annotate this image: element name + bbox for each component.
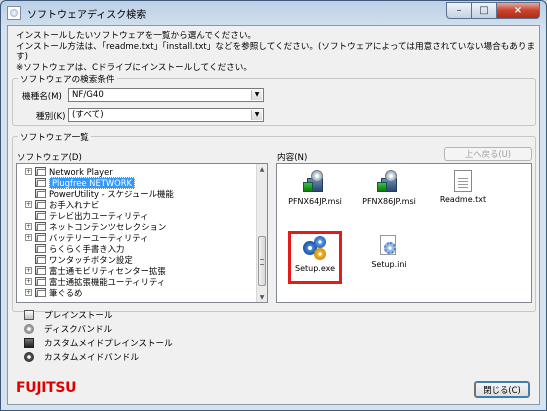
file-name: Setup.ini <box>371 260 407 269</box>
caption-buttons: – □ × <box>446 2 540 19</box>
software-folder-icon <box>35 178 46 187</box>
tree-item[interactable]: らくらく手書き入力 <box>17 243 124 254</box>
software-folder-icon <box>35 211 46 220</box>
legend-label: カスタムメイドプレインストール <box>44 339 173 349</box>
go-up-button[interactable]: 上へ戻る(U) <box>444 147 532 161</box>
scroll-down-arrow-icon[interactable]: ▼ <box>257 292 267 302</box>
expander-placeholder <box>25 212 32 219</box>
main-window: ソフトウェアディスク検索 – □ × インストールしたいソフトウェアを一覧から選… <box>0 0 547 411</box>
expander-placeholder <box>25 245 32 252</box>
tree-item-selected[interactable]: Plugfree NETWORK <box>17 176 136 189</box>
chevron-down-icon[interactable]: ▼ <box>251 110 262 120</box>
contents-label: 内容(N) <box>277 153 308 163</box>
chevron-down-icon[interactable]: ▼ <box>251 90 262 100</box>
expand-plus-icon[interactable]: + <box>25 168 32 175</box>
instruction-line: ※ソフトウェアは、Cドライブにインストールしてください。 <box>16 62 252 73</box>
file-name: PFNX64JP.msi <box>288 197 342 206</box>
expand-plus-icon[interactable]: + <box>25 267 32 274</box>
legend-item: ディスクバンドル <box>24 323 112 335</box>
scroll-up-arrow-icon[interactable]: ▲ <box>257 164 267 174</box>
software-tree-label: ソフトウェア(D) <box>17 153 82 163</box>
file-name: Readme.txt <box>439 195 487 204</box>
type-value: (すべて) <box>72 110 104 120</box>
msi-installer-icon <box>377 170 401 194</box>
minimize-button[interactable]: – <box>446 2 472 19</box>
tree-item[interactable]: テレビ出力ユーティリティ <box>17 210 149 221</box>
scrollbar-thumb[interactable] <box>258 236 266 286</box>
window-title: ソフトウェアディスク検索 <box>27 10 147 21</box>
tree-item[interactable]: PowerUtility - スケジュール機能 <box>17 188 174 199</box>
software-tree[interactable]: + Network Player Plugfree NETWORK PowerU… <box>16 163 268 303</box>
expand-plus-icon[interactable]: + <box>25 278 32 285</box>
custom-bundle-icon <box>24 352 34 362</box>
tree-item[interactable]: + 筆ぐるめ <box>17 287 82 298</box>
search-conditions-label: ソフトウェアの検索条件 <box>18 73 117 85</box>
legend-label: プレインストール <box>44 311 113 321</box>
disc-bundle-icon <box>24 324 34 334</box>
model-name-value: NF/G40 <box>72 90 104 100</box>
file-item[interactable]: PFNX86JP.msi <box>359 170 419 222</box>
expand-plus-icon[interactable]: + <box>25 223 32 230</box>
instruction-line: インストール方法は、「readme.txt」「install.txt」などを参照… <box>16 41 536 63</box>
software-folder-icon <box>35 222 46 231</box>
close-button[interactable]: 閉じる(C) <box>474 381 530 398</box>
file-item[interactable]: Readme.txt <box>433 170 493 222</box>
model-name-combo[interactable]: NF/G40 ▼ <box>68 88 264 102</box>
software-folder-icon <box>35 277 46 286</box>
expander-placeholder <box>25 256 32 263</box>
software-folder-icon <box>35 200 46 209</box>
software-folder-icon <box>35 233 46 242</box>
close-window-button[interactable]: × <box>497 2 540 19</box>
software-list-label: ソフトウェア一覧 <box>18 131 91 143</box>
type-combo[interactable]: (すべて) ▼ <box>68 108 264 122</box>
file-item[interactable]: Setup.ini <box>359 235 419 287</box>
text-file-icon <box>454 170 472 192</box>
expand-plus-icon[interactable]: + <box>25 289 32 296</box>
software-folder-icon <box>35 167 46 176</box>
legend-label: カスタムメイドバンドル <box>44 353 139 363</box>
type-label: 種別(K) <box>36 112 66 122</box>
expander-placeholder <box>25 190 32 197</box>
tree-item-label: Network Player <box>49 166 113 177</box>
title-bar[interactable]: ソフトウェアディスク検索 – □ × <box>1 1 546 25</box>
tree-item[interactable]: + バッテリーユーティリティ <box>17 232 149 243</box>
software-folder-icon <box>35 255 46 264</box>
ini-settings-icon <box>378 235 400 257</box>
legend-item: カスタムメイドプレインストール <box>24 337 173 349</box>
contents-pane[interactable]: PFNX64JP.msi PFNX86JP.msi Readme.txt Set… <box>276 163 532 303</box>
maximize-button[interactable]: □ <box>472 2 497 19</box>
tree-scrollbar[interactable]: ▲ ▼ <box>256 164 267 302</box>
setup-exe-highlight <box>288 231 342 284</box>
app-disc-icon <box>7 6 21 20</box>
legend-label: ディスクバンドル <box>44 325 113 335</box>
legend-item: カスタムメイドバンドル <box>24 351 139 363</box>
custom-preinstall-icon <box>24 338 34 348</box>
msi-installer-icon <box>303 170 327 194</box>
instructions: インストールしたいソフトウェアを一覧から選んでください。 インストール方法は、「… <box>16 31 539 73</box>
tree-item[interactable]: + お手入れナビ <box>17 199 99 210</box>
expander-placeholder <box>25 179 32 186</box>
software-folder-icon <box>35 244 46 253</box>
tree-item[interactable]: + 富士通拡張機能ユーティリティ <box>17 276 165 287</box>
dialog-body: インストールしたいソフトウェアを一覧から選んでください。 インストール方法は、「… <box>7 25 540 405</box>
file-name: PFNX86JP.msi <box>362 197 416 206</box>
software-folder-icon <box>35 288 46 297</box>
grip-icon <box>260 259 264 265</box>
tree-item-label: 筆ぐるめ <box>49 287 83 298</box>
legend-item: プレインストール <box>24 309 113 321</box>
preinstall-icon <box>24 310 34 320</box>
tree-item[interactable]: + ネットコンテンツセレクション <box>17 221 166 232</box>
instruction-line: インストールしたいソフトウェアを一覧から選んでください。 <box>16 31 257 41</box>
expand-plus-icon[interactable]: + <box>25 234 32 241</box>
file-item[interactable]: PFNX64JP.msi <box>285 170 345 222</box>
model-name-label: 機種名(M) <box>22 92 62 102</box>
tree-item[interactable]: + 富士通モビリティセンター拡張 <box>17 265 166 276</box>
fujitsu-logo: FUJITSU <box>16 380 77 396</box>
software-folder-icon <box>35 266 46 275</box>
tree-item[interactable]: ワンタッチボタン設定 <box>17 254 133 265</box>
expand-plus-icon[interactable]: + <box>25 201 32 208</box>
software-folder-icon <box>35 189 46 198</box>
tree-item[interactable]: + Network Player <box>17 166 113 177</box>
